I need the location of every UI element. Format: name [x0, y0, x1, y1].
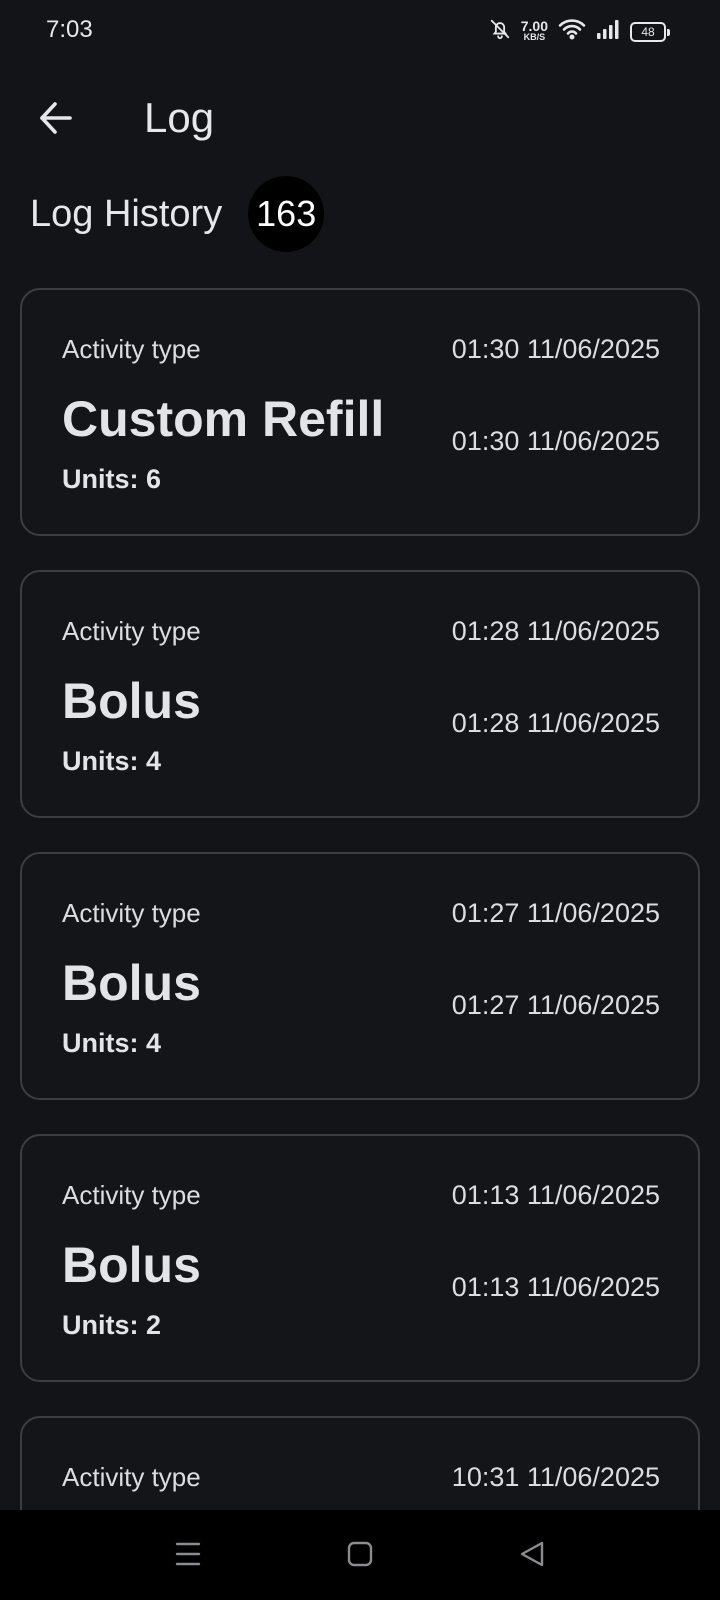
log-timestamp: 01:27 11/06/2025: [451, 898, 660, 928]
nav-home-button[interactable]: [338, 1534, 382, 1578]
activity-type-label: Activity type: [62, 898, 201, 928]
wifi-icon: [558, 18, 586, 45]
activity-name: Bolus: [62, 1237, 201, 1293]
net-speed-value: 7.00: [520, 17, 548, 34]
activity-type-label: Activity type: [62, 616, 201, 646]
signal-icon: [596, 18, 620, 45]
log-timestamp-secondary: 01:28 11/06/2025: [451, 708, 660, 738]
log-timestamp-secondary: 01:13 11/06/2025: [451, 1272, 660, 1302]
log-list[interactable]: Activity type Custom Refill Units: 6 01:…: [20, 288, 700, 1510]
activity-name: Bolus: [62, 955, 201, 1011]
log-history-title: Log History: [30, 192, 223, 235]
log-card[interactable]: Activity type 10:31 11/06/2025: [20, 1416, 700, 1510]
activity-name: Bolus: [62, 673, 201, 729]
status-time: 7:03: [46, 16, 93, 43]
log-timestamp-secondary: 01:27 11/06/2025: [451, 990, 660, 1020]
arrow-left-icon: [38, 100, 74, 141]
net-speed: 7.00 KB/S: [520, 17, 548, 43]
nav-back-button[interactable]: [510, 1534, 554, 1578]
bell-off-icon: [489, 18, 511, 45]
log-timestamp: 01:28 11/06/2025: [451, 616, 660, 646]
units-text: Units: 2: [62, 1310, 162, 1340]
units-text: Units: 4: [62, 746, 162, 776]
status-icons: 7.00 KB/S 48: [489, 17, 670, 45]
back-button[interactable]: [28, 92, 84, 148]
log-card[interactable]: Activity type Bolus Units: 4 01:28 11/06…: [20, 570, 700, 818]
system-nav-bar: [0, 1510, 720, 1600]
units-text: Units: 6: [62, 464, 162, 494]
log-timestamp: 10:31 11/06/2025: [451, 1462, 660, 1492]
log-count-badge: 163: [248, 176, 325, 252]
screen: 7:03 7.00 KB/S 48 Log Log History 163 Ac…: [0, 0, 720, 1600]
app-bar: Log: [0, 80, 720, 160]
units-text: Units: 4: [62, 1028, 162, 1058]
log-timestamp: 01:13 11/06/2025: [451, 1180, 660, 1210]
menu-icon: [174, 1541, 202, 1572]
net-speed-unit: KB/S: [523, 31, 546, 42]
home-square-icon: [347, 1541, 373, 1572]
log-card[interactable]: Activity type Custom Refill Units: 6 01:…: [20, 288, 700, 536]
log-card[interactable]: Activity type Bolus Units: 2 01:13 11/06…: [20, 1134, 700, 1382]
log-card[interactable]: Activity type Bolus Units: 4 01:27 11/06…: [20, 852, 700, 1100]
battery-icon: 48: [630, 21, 670, 42]
activity-type-label: Activity type: [62, 334, 201, 364]
back-triangle-icon: [519, 1540, 545, 1573]
log-timestamp-secondary: 01:30 11/06/2025: [451, 426, 660, 456]
log-timestamp: 01:30 11/06/2025: [451, 334, 660, 364]
log-history-header: Log History 163: [30, 176, 325, 252]
activity-type-label: Activity type: [62, 1180, 201, 1210]
nav-recents-button[interactable]: [166, 1534, 210, 1578]
status-bar: 7:03 7.00 KB/S 48: [0, 0, 720, 64]
activity-name: Custom Refill: [62, 391, 385, 447]
page-title: Log: [144, 94, 215, 141]
activity-type-label: Activity type: [62, 1462, 201, 1492]
